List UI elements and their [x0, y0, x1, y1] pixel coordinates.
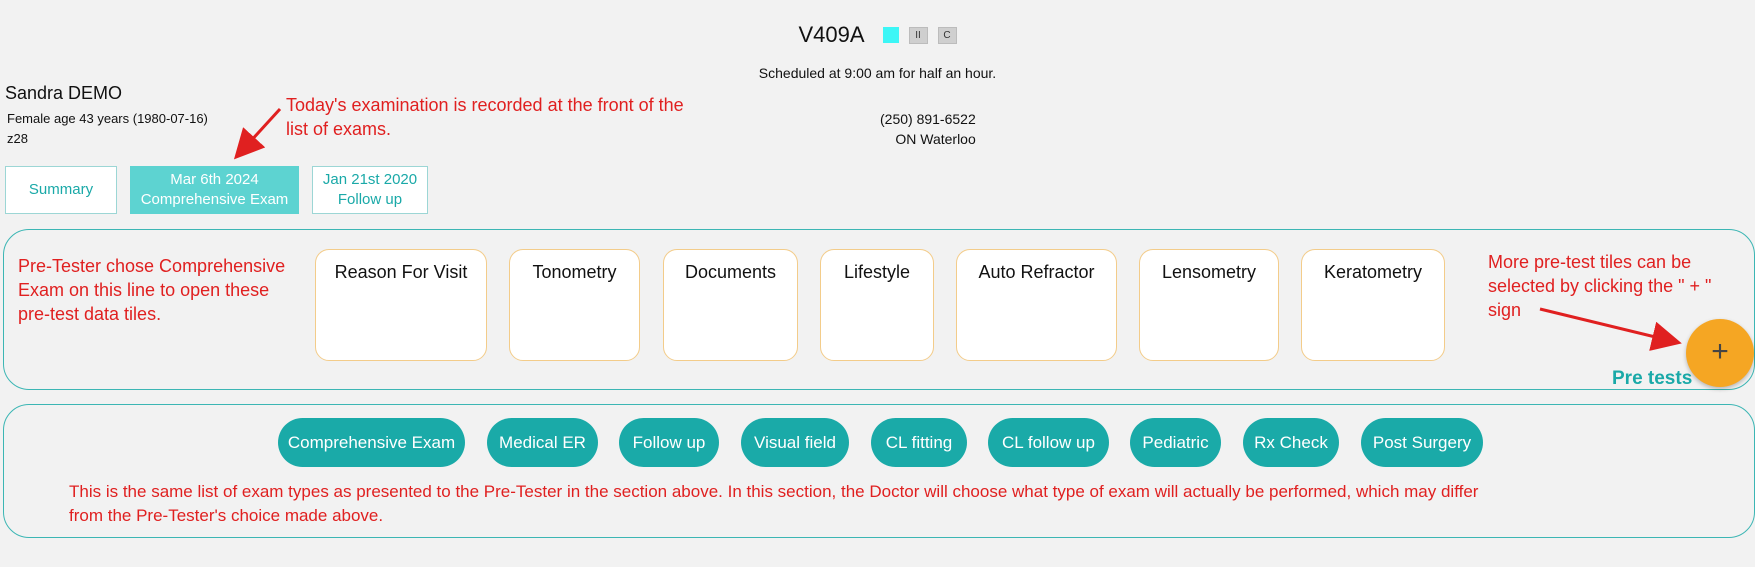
plus-icon: +: [1711, 335, 1729, 368]
tile-lifestyle[interactable]: Lifestyle: [820, 249, 934, 361]
tile-auto-refractor[interactable]: Auto Refractor: [956, 249, 1117, 361]
exam-type-medical-er[interactable]: Medical ER: [487, 418, 598, 467]
tab-jan-21st-2020-follow-up[interactable]: Jan 21st 2020 Follow up: [312, 166, 428, 214]
annotation-more-tiles-note: More pre-test tiles can be selected by c…: [1488, 252, 1712, 320]
exam-type-post-surgery[interactable]: Post Surgery: [1361, 418, 1483, 467]
tile-tonometry[interactable]: Tonometry: [509, 249, 640, 361]
tab-summary[interactable]: Summary: [5, 166, 117, 214]
arrow-to-tab: [233, 107, 282, 160]
pretests-label: Pre tests: [1612, 368, 1693, 389]
tile-reason-for-visit[interactable]: Reason For Visit: [315, 249, 487, 361]
exam-type-rx-check[interactable]: Rx Check: [1243, 418, 1339, 467]
exam-type-visual-field[interactable]: Visual field: [741, 418, 849, 467]
exam-type-comprehensive-exam[interactable]: Comprehensive Exam: [278, 418, 465, 467]
tile-documents[interactable]: Documents: [663, 249, 798, 361]
exam-type-follow-up[interactable]: Follow up: [619, 418, 719, 467]
annotation-doctor-note: This is the same list of exam types as p…: [69, 482, 1479, 525]
annotation-pretester-note: Pre-Tester chose Comprehensive Exam on t…: [18, 256, 286, 324]
exam-type-cl-follow-up[interactable]: CL follow up: [988, 418, 1109, 467]
exam-type-pediatric[interactable]: Pediatric: [1130, 418, 1221, 467]
tile-lensometry[interactable]: Lensometry: [1139, 249, 1279, 361]
tile-keratometry[interactable]: Keratometry: [1301, 249, 1445, 361]
exam-type-cl-fitting[interactable]: CL fitting: [871, 418, 967, 467]
tab-mar-6th-2024-comprehensive-exam[interactable]: Mar 6th 2024 Comprehensive Exam: [130, 166, 299, 214]
add-pretest-button[interactable]: +: [1686, 319, 1754, 387]
